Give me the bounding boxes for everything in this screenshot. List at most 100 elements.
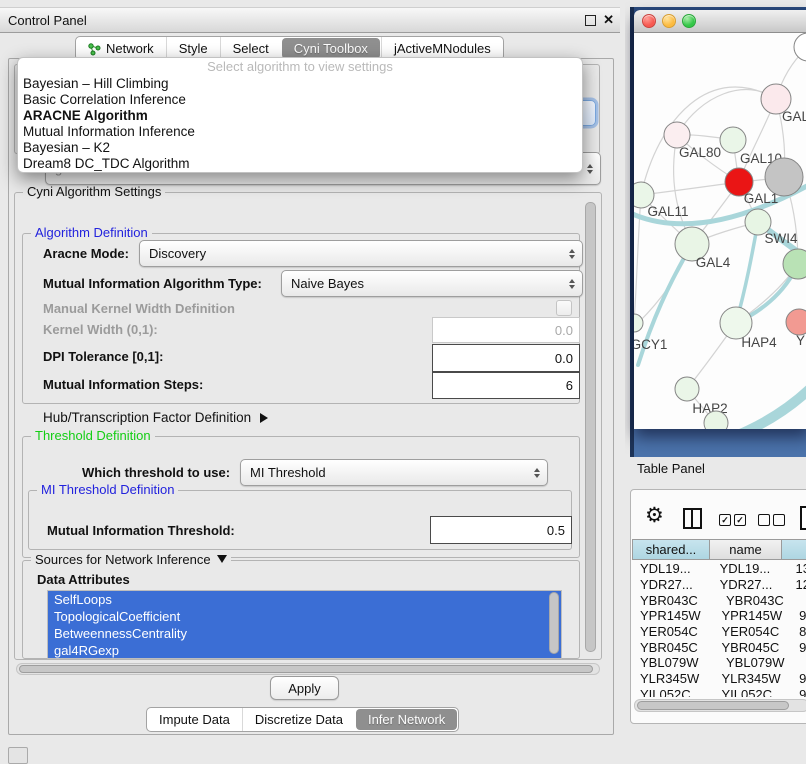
which-threshold-label: Which threshold to use:	[82, 465, 230, 480]
mi-threshold-group-title: MI Threshold Definition	[37, 482, 178, 497]
network-edge	[641, 87, 776, 195]
network-window-titlebar[interactable]	[634, 10, 806, 33]
close-window-icon[interactable]	[642, 14, 656, 28]
table-horizontal-scrollbar[interactable]	[634, 699, 806, 712]
algorithm-option[interactable]: ARACNE Algorithm	[18, 108, 582, 124]
dpi-tolerance-field[interactable]: 0.0	[432, 344, 580, 372]
stepper-arrows-icon	[569, 249, 575, 259]
table-row[interactable]: YLR345W YLR345W 9.	[632, 671, 806, 687]
network-node-label: SWI4	[764, 231, 797, 246]
table-row[interactable]: YER054C YER054C 8.	[632, 624, 806, 640]
algorithm-dropdown-popup: Select algorithm to view settings Bayesi…	[17, 57, 583, 173]
expand-right-icon	[260, 413, 268, 423]
mi-steps-field[interactable]: 6	[432, 372, 580, 399]
table-rows: YDL19... YDL19... 13 YDR27... YDR27... 1…	[632, 561, 806, 697]
kernel-width-label: Kernel Width (0,1):	[43, 322, 158, 337]
sources-title: Sources for Network Inference	[35, 552, 211, 567]
table-row[interactable]: YBL079W YBL079W	[632, 655, 806, 671]
stepper-arrows-icon	[569, 279, 575, 289]
table-row[interactable]: YDL19... YDL19... 13	[632, 561, 806, 577]
tab-cyni-toolbox[interactable]: Cyni Toolbox	[282, 38, 380, 59]
data-attributes-list[interactable]: SelfLoopsTopologicalCoefficientBetweenne…	[47, 590, 562, 659]
table-row[interactable]: YPR145W YPR145W 9.	[632, 608, 806, 624]
tab-impute-data[interactable]: Impute Data	[147, 708, 242, 731]
aracne-mode-label: Aracne Mode:	[43, 246, 129, 261]
export-table-icon[interactable]	[800, 506, 806, 530]
aracne-mode-combo[interactable]: Discovery	[139, 240, 583, 267]
manual-kernel-label: Manual Kernel Width Definition	[43, 301, 235, 316]
hub-expander-label: Hub/Transcription Factor Definition	[43, 410, 251, 425]
collapsed-panel-handle[interactable]	[8, 747, 28, 764]
table-row[interactable]: YIL052C YIL052C 9.	[632, 687, 806, 698]
network-svg: GALGAL80GAL10GAL1GAL11SWI4GAL4GCY1HAP4YH…	[634, 33, 806, 429]
network-node[interactable]	[720, 127, 746, 153]
stepper-arrows-icon	[534, 468, 540, 478]
apply-button[interactable]: Apply	[270, 676, 339, 700]
algorithm-option[interactable]: Bayesian – Hill Climbing	[18, 76, 582, 92]
network-view-frame[interactable]: GALGAL80GAL10GAL1GAL11SWI4GAL4GCY1HAP4YH…	[630, 7, 806, 457]
settings-horizontal-scrollbar[interactable]	[16, 663, 600, 675]
attribute-item[interactable]: BetweennessCentrality	[48, 625, 561, 642]
algorithm-definition-title: Algorithm Definition	[31, 225, 152, 240]
tab-discretize-data[interactable]: Discretize Data	[242, 708, 355, 731]
zoom-window-icon[interactable]	[682, 14, 696, 28]
threshold-definition-title: Threshold Definition	[31, 428, 155, 443]
table-row[interactable]: YDR27... YDR27... 12	[632, 577, 806, 593]
hide-columns-icon[interactable]	[758, 514, 785, 526]
column-header-3[interactable]	[782, 539, 806, 560]
dpi-tolerance-label: DPI Tolerance [0,1]:	[43, 349, 163, 364]
column-layout-icon[interactable]	[683, 508, 702, 529]
algorithm-option[interactable]: Mutual Information Inference	[18, 124, 582, 140]
which-threshold-combo[interactable]: MI Threshold	[240, 459, 548, 486]
mi-threshold-label: Mutual Information Threshold:	[47, 523, 235, 538]
hub-expander[interactable]: Hub/Transcription Factor Definition	[43, 410, 268, 425]
network-node-label: GAL80	[679, 145, 721, 160]
attribute-item[interactable]: SelfLoops	[48, 591, 561, 608]
column-header-name[interactable]: name	[710, 539, 782, 560]
close-panel-icon[interactable]: ✕	[603, 12, 614, 28]
algorithm-list: Bayesian – Hill ClimbingBasic Correlatio…	[18, 76, 582, 172]
network-node-label: GAL4	[696, 255, 731, 270]
table-row[interactable]: YBR043C YBR043C	[632, 592, 806, 608]
show-columns-icon[interactable]: ✓✓	[719, 514, 746, 526]
bottom-tabs: Impute Data Discretize Data Infer Networ…	[146, 707, 459, 732]
kernel-width-field[interactable]: 0.0	[432, 317, 580, 343]
attribute-item[interactable]: TopologicalCoefficient	[48, 608, 561, 625]
network-node[interactable]	[634, 314, 643, 332]
algorithm-option[interactable]: Dream8 DC_TDC Algorithm	[18, 156, 582, 172]
stepper-arrows-icon	[587, 164, 593, 174]
right-region: GALGAL80GAL10GAL1GAL11SWI4GAL4GCY1HAP4YH…	[625, 0, 806, 762]
tab-infer-network[interactable]: Infer Network	[356, 709, 457, 730]
collapse-down-icon	[217, 555, 227, 563]
table-header: shared... name	[632, 539, 806, 560]
sources-title-wrap[interactable]: Sources for Network Inference	[31, 552, 231, 567]
algorithm-option[interactable]: Bayesian – K2	[18, 140, 582, 156]
screen: { "colors":{"selection_blue":"#3b6ed5","…	[0, 0, 806, 762]
gear-icon[interactable]: ⚙	[645, 505, 664, 526]
attributes-scrollbar[interactable]	[549, 592, 559, 654]
attribute-item[interactable]: gal4RGexp	[48, 642, 561, 659]
mi-threshold-field[interactable]: 0.5	[430, 516, 572, 544]
algorithm-option[interactable]: Basic Correlation Inference	[18, 92, 582, 108]
network-node[interactable]	[794, 33, 806, 61]
network-node[interactable]	[783, 249, 806, 279]
mi-type-combo[interactable]: Naive Bayes	[281, 270, 583, 297]
network-node-label: GAL	[782, 109, 806, 124]
settings-vertical-scrollbar[interactable]	[585, 202, 596, 652]
data-attributes-label: Data Attributes	[37, 572, 130, 587]
network-canvas[interactable]: GALGAL80GAL10GAL1GAL11SWI4GAL4GCY1HAP4YH…	[634, 33, 806, 429]
control-panel-title: Control Panel	[8, 13, 87, 28]
network-icon	[88, 42, 101, 56]
minimize-window-icon[interactable]	[662, 14, 676, 28]
table-row[interactable]: YBR045C YBR045C 9.	[632, 639, 806, 655]
network-node-label: GAL11	[647, 204, 688, 219]
network-node[interactable]	[675, 377, 699, 401]
float-window-icon[interactable]	[585, 15, 596, 26]
network-edge	[641, 182, 739, 195]
column-header-shared[interactable]: shared...	[632, 539, 710, 560]
manual-kernel-checkbox[interactable]	[556, 300, 572, 316]
network-window[interactable]: GALGAL80GAL10GAL1GAL11SWI4GAL4GCY1HAP4YH…	[634, 10, 806, 429]
network-node[interactable]	[786, 309, 806, 335]
cyni-algorithm-settings-title: Cyni Algorithm Settings	[23, 184, 165, 199]
table-panel-title: Table Panel	[637, 461, 705, 476]
